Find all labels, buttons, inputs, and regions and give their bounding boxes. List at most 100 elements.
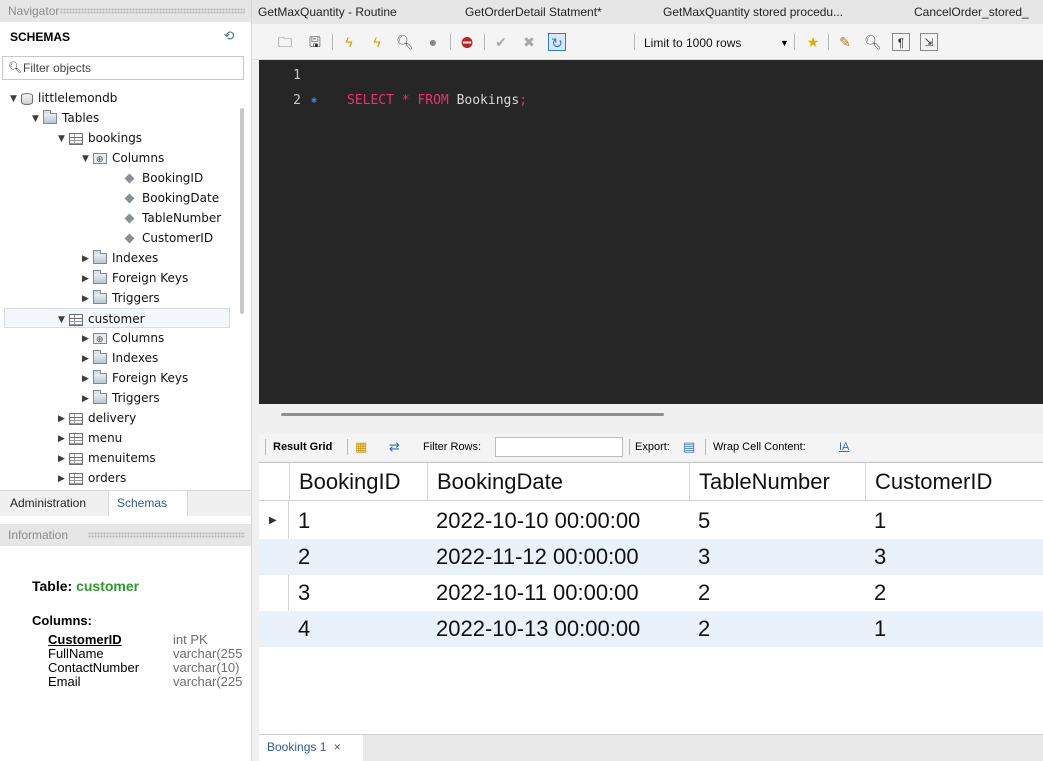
expand-arrow-icon[interactable]: ▼ xyxy=(32,109,43,129)
grid-cell[interactable]: 2 xyxy=(865,575,886,611)
commit-icon[interactable]: ✔ xyxy=(492,33,510,51)
table-row[interactable]: 3 2022-10-11 00:00:00 2 2 xyxy=(259,575,1043,611)
export-icon[interactable]: ▤ xyxy=(683,434,695,460)
grid-cell[interactable]: 3 xyxy=(865,539,886,575)
editor-tab[interactable]: GetMaxQuantity stored procedu... xyxy=(663,0,883,24)
expand-arrow-icon[interactable]: ▶ xyxy=(82,329,93,349)
grid-cell[interactable]: 5 xyxy=(689,503,710,539)
column-header[interactable]: CustomerID xyxy=(865,463,1015,500)
filter-rows-input[interactable] xyxy=(495,437,623,457)
tree-node-bookings[interactable]: ▼ bookings xyxy=(58,128,142,148)
horizontal-scrollbar[interactable] xyxy=(281,413,664,416)
table-row[interactable]: 2 2022-11-12 00:00:00 3 3 xyxy=(259,539,1043,575)
rollback-icon[interactable]: ✖ xyxy=(520,33,538,51)
tree-node-customer-foreign-keys[interactable]: ▶ Foreign Keys xyxy=(82,368,188,388)
tree-node-littlelemondb[interactable]: ▼ littlelemondb xyxy=(10,88,117,108)
tree-node-bookings-foreign-keys[interactable]: ▶ Foreign Keys xyxy=(82,268,188,288)
open-folder-icon[interactable]: 🗀 xyxy=(276,33,294,51)
editor-splitter[interactable] xyxy=(259,404,1043,434)
wrap-lines-icon[interactable]: ⇲ xyxy=(920,33,938,51)
stop-icon[interactable]: ● xyxy=(424,33,442,51)
expand-arrow-icon[interactable]: ▼ xyxy=(58,310,69,330)
table-row[interactable]: ▶ 1 2022-10-10 00:00:00 5 1 xyxy=(259,503,1043,539)
tree-node-menu[interactable]: ▶ menu xyxy=(58,428,122,448)
column-header[interactable]: BookingDate xyxy=(427,463,689,500)
result-grid-label[interactable]: Result Grid xyxy=(273,434,332,460)
find-icon[interactable]: 🔍︎ xyxy=(864,33,882,51)
close-icon[interactable]: × xyxy=(334,740,341,754)
grid-cell[interactable]: 2022-10-10 00:00:00 xyxy=(427,503,640,539)
tree-node-customer-columns[interactable]: ▶ Columns xyxy=(82,328,164,350)
tree-node-menuitems[interactable]: ▶ menuitems xyxy=(58,448,156,468)
grid-cell[interactable]: 2 xyxy=(289,539,310,575)
expand-arrow-icon[interactable]: ▶ xyxy=(82,269,93,289)
grid-cell[interactable]: 2022-10-11 00:00:00 xyxy=(427,575,639,611)
tree-node-bookings-columns[interactable]: ▼ Columns xyxy=(82,148,164,170)
column-header[interactable]: BookingID xyxy=(289,463,427,500)
beautify-icon[interactable]: ✎ xyxy=(836,33,854,51)
grid-cell[interactable]: 4 xyxy=(289,611,310,647)
expand-arrow-icon[interactable]: ▶ xyxy=(82,349,93,369)
execute-icon[interactable]: ϟ xyxy=(340,33,358,51)
grid-view-icon[interactable]: ▦ xyxy=(355,434,367,460)
expand-arrow-icon[interactable]: ▶ xyxy=(82,389,93,409)
wrap-cell-icon[interactable]: IA xyxy=(839,434,849,460)
sql-editor[interactable]: 1 2 ✱ SELECT * FROM Bookings; xyxy=(259,60,1043,404)
save-icon[interactable]: 🖫 xyxy=(306,33,324,51)
expand-arrow-icon[interactable]: ▶ xyxy=(58,469,69,489)
grid-cell[interactable]: 1 xyxy=(865,611,886,647)
tree-scrollbar[interactable] xyxy=(240,108,244,314)
tab-administration[interactable]: Administration xyxy=(2,491,94,516)
tree-node-tables[interactable]: ▼ Tables xyxy=(32,108,99,128)
grid-cell[interactable]: 2 xyxy=(689,575,710,611)
tree-node-bookings-triggers[interactable]: ▶ Triggers xyxy=(82,288,160,308)
expand-arrow-icon[interactable]: ▶ xyxy=(82,249,93,269)
grid-cell[interactable]: 2022-11-12 00:00:00 xyxy=(427,539,639,575)
toolbar-separator xyxy=(347,439,348,455)
filter-objects-box[interactable]: 🔍︎ xyxy=(2,56,244,80)
expand-arrow-icon[interactable]: ▶ xyxy=(82,289,93,309)
filter-objects-input[interactable] xyxy=(23,59,239,77)
bookmark-star-icon[interactable]: ★ xyxy=(804,33,822,51)
limit-rows-select[interactable]: Limit to 1000 rows xyxy=(644,34,741,52)
grid-cell[interactable]: 2 xyxy=(689,611,710,647)
expand-arrow-icon[interactable]: ▶ xyxy=(58,429,69,449)
tree-node-bookings-indexes[interactable]: ▶ Indexes xyxy=(82,248,158,268)
expand-arrow-icon[interactable]: ▶ xyxy=(58,409,69,429)
tree-node-column[interactable]: BookingID xyxy=(124,168,203,188)
tab-schemas[interactable]: Schemas xyxy=(108,491,188,516)
tree-node-customer-triggers[interactable]: ▶ Triggers xyxy=(82,388,160,408)
expand-arrow-icon[interactable]: ▼ xyxy=(10,89,21,109)
tree-node-customer[interactable]: ▼ customer xyxy=(4,308,230,328)
grid-cell[interactable]: 1 xyxy=(289,503,310,539)
explain-icon[interactable]: 🔍︎ xyxy=(396,33,414,51)
tree-node-column[interactable]: BookingDate xyxy=(124,188,219,208)
grid-cell[interactable]: 2022-10-13 00:00:00 xyxy=(427,611,640,647)
editor-tab[interactable]: GetMaxQuantity - Routine xyxy=(258,0,438,24)
tree-node-column[interactable]: CustomerID xyxy=(124,228,213,248)
chevron-down-icon[interactable]: ▼ xyxy=(780,34,789,52)
editor-tab[interactable]: GetOrderDetail Statment* xyxy=(465,0,635,24)
tree-node-orders[interactable]: ▶ orders xyxy=(58,468,126,488)
table-row[interactable]: 4 2022-10-13 00:00:00 2 1 xyxy=(259,611,1043,647)
tree-node-delivery[interactable]: ▶ delivery xyxy=(58,408,136,428)
expand-arrow-icon[interactable]: ▼ xyxy=(58,129,69,149)
column-header[interactable]: TableNumber xyxy=(689,463,865,500)
execute-current-icon[interactable]: ϟ xyxy=(368,33,386,51)
code-line[interactable]: SELECT * FROM Bookings; xyxy=(347,93,527,108)
grid-cell[interactable]: 1 xyxy=(865,503,886,539)
tree-node-customer-indexes[interactable]: ▶ Indexes xyxy=(82,348,158,368)
editor-tab[interactable]: CancelOrder_stored_ xyxy=(914,0,1043,24)
tab-bookings-1[interactable]: Bookings 1 × xyxy=(259,735,363,761)
expand-arrow-icon[interactable]: ▶ xyxy=(82,369,93,389)
expand-arrow-icon[interactable]: ▶ xyxy=(58,449,69,469)
invisible-chars-icon[interactable]: ¶ xyxy=(892,33,910,51)
toggle-error-icon[interactable]: ⛔︎ xyxy=(458,33,476,51)
grid-cell[interactable]: 3 xyxy=(689,539,710,575)
autocommit-icon[interactable]: ↻ xyxy=(548,33,566,51)
tree-node-column[interactable]: TableNumber xyxy=(124,208,221,228)
refresh-icon[interactable]: ⇄ xyxy=(389,434,400,460)
expand-arrow-icon[interactable]: ▼ xyxy=(82,149,93,169)
grid-cell[interactable]: 3 xyxy=(289,575,310,611)
refresh-icon[interactable]: ⟲ xyxy=(221,28,237,44)
